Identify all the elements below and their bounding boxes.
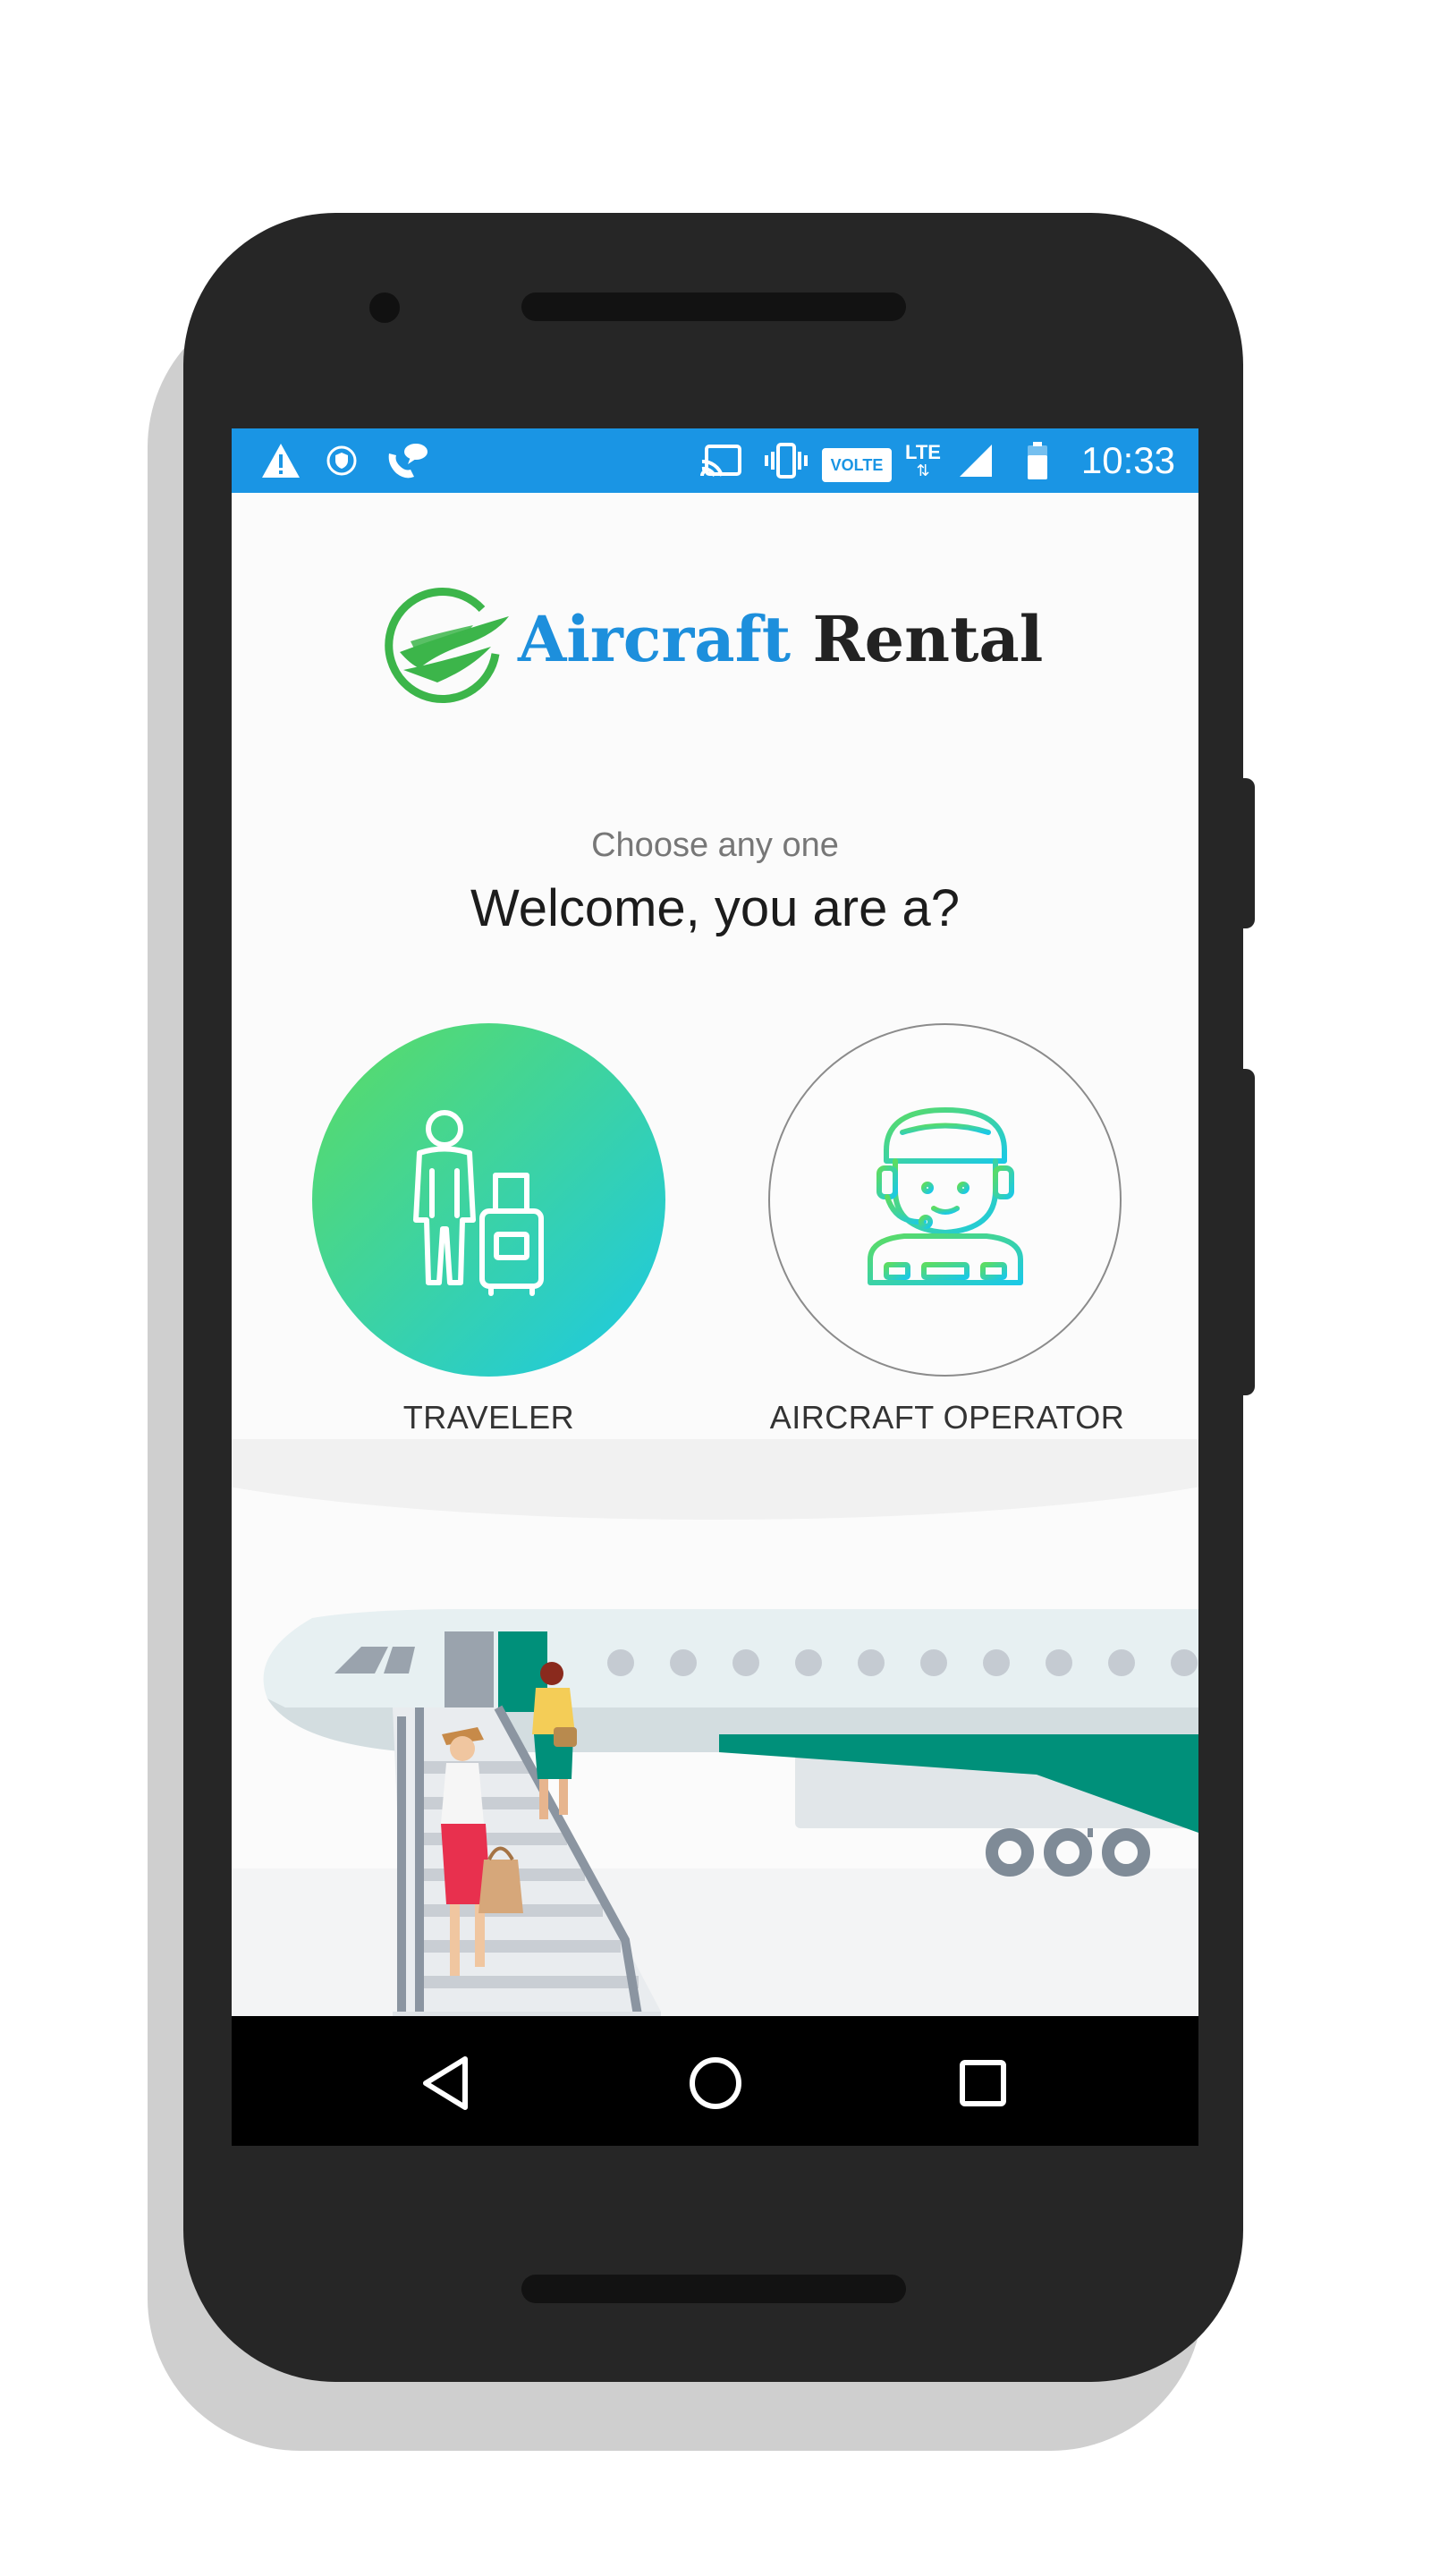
pilot-icon xyxy=(868,1107,1023,1285)
aircraft-operator-option-button[interactable] xyxy=(768,1023,1122,1377)
home-icon[interactable] xyxy=(675,2043,756,2123)
system-navigation-bar xyxy=(232,2016,1198,2146)
volte-icon: VOLTE xyxy=(822,448,892,482)
traveler-label[interactable]: TRAVELER xyxy=(303,1399,674,1436)
subtitle: Choose any one xyxy=(591,826,839,864)
recents-icon[interactable] xyxy=(943,2043,1023,2123)
traveler-option-button[interactable] xyxy=(312,1023,665,1377)
logo-word-aircraft: Aircraft xyxy=(518,602,792,676)
volume-button xyxy=(1239,778,1255,928)
logo-word-rental: Rental xyxy=(812,602,1044,676)
aircraft-operator-label[interactable]: AIRCRAFT OPERATOR xyxy=(732,1399,1162,1436)
status-bar: VOLTE LTE ⇅ 10:33 xyxy=(232,428,1198,493)
cast-icon xyxy=(699,441,743,480)
app-name: Aircraft Rental xyxy=(518,602,1043,676)
app-screen: VOLTE LTE ⇅ 10:33 Aircraft Rental Choose… xyxy=(232,428,1198,2146)
app-logo: Aircraft Rental xyxy=(384,582,1054,708)
bottom-speaker xyxy=(521,2275,906,2303)
warning-icon xyxy=(258,441,303,480)
front-camera xyxy=(369,292,400,323)
wifi-calling-icon xyxy=(384,441,430,480)
power-button xyxy=(1239,1069,1255,1395)
battery-icon xyxy=(1024,441,1051,480)
clock: 10:33 xyxy=(1080,439,1175,481)
earpiece-speaker xyxy=(521,292,906,321)
shield-icon xyxy=(324,441,360,480)
back-icon[interactable] xyxy=(406,2043,487,2123)
vibrate-icon xyxy=(763,441,809,480)
airplane-globe-icon xyxy=(385,588,509,703)
lte-icon: LTE ⇅ xyxy=(905,441,941,479)
signal-icon xyxy=(956,441,995,480)
page-title: Welcome, you are a? xyxy=(470,879,960,937)
traveler-luggage-icon xyxy=(413,1110,544,1296)
